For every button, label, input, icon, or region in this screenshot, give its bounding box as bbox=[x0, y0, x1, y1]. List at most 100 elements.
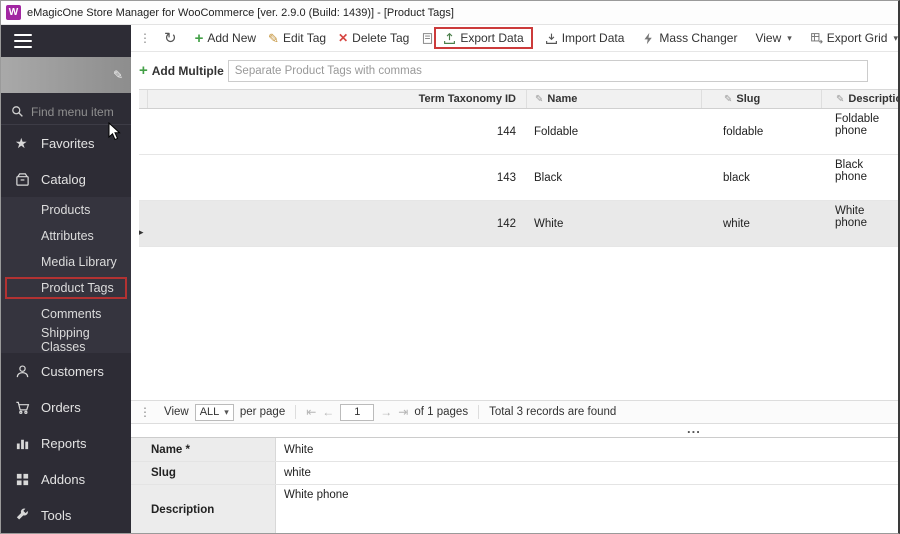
column-header-name[interactable]: ✎ Name bbox=[526, 90, 701, 108]
next-page-button[interactable]: → bbox=[380, 405, 392, 419]
tools-icon bbox=[15, 508, 41, 523]
app-window: W eMagicOne Store Manager for WooCommerc… bbox=[0, 0, 900, 534]
sidebar-item-favorites[interactable]: ★ Favorites bbox=[1, 125, 131, 161]
pagination-bar: ⋮ View ALL ▾ per page ⇤ ← → ⇥ of 1 pages… bbox=[131, 400, 898, 424]
hamburger-menu-icon[interactable] bbox=[1, 25, 131, 53]
export-data-button[interactable]: Export Data bbox=[434, 27, 532, 49]
sidebar-item-tools[interactable]: Tools bbox=[1, 497, 131, 533]
slug-field-value[interactable]: white bbox=[276, 462, 898, 484]
import-down-arrow-icon bbox=[545, 32, 558, 45]
sidebar-item-media-library[interactable]: Media Library bbox=[1, 249, 131, 275]
detail-row-name: Name * White bbox=[131, 438, 898, 462]
panel-splitter[interactable]: ... bbox=[131, 424, 898, 437]
add-new-button[interactable]: + Add New bbox=[189, 28, 262, 49]
grid-icon bbox=[810, 32, 823, 45]
sidebar-item-shipping-classes[interactable]: Shipping Classes bbox=[1, 327, 131, 353]
delete-icon: ✕ bbox=[338, 32, 348, 44]
view-dropdown[interactable]: View ▾ bbox=[749, 28, 797, 48]
refresh-icon: ↻ bbox=[164, 31, 177, 46]
export-doc-icon bbox=[421, 32, 434, 45]
sidebar-item-label: Favorites bbox=[41, 136, 94, 151]
mass-changer-button[interactable]: Mass Changer bbox=[636, 28, 743, 48]
first-page-button[interactable]: ⇤ bbox=[306, 405, 316, 419]
row-indicator bbox=[139, 155, 147, 200]
lightning-icon bbox=[642, 32, 655, 45]
cell-term-taxonomy-id: 144 bbox=[147, 109, 526, 154]
window-title: eMagicOne Store Manager for WooCommerce … bbox=[27, 7, 454, 19]
sidebar-item-label: Tools bbox=[41, 508, 71, 523]
chevron-down-icon: ▾ bbox=[893, 33, 898, 44]
sidebar-item-products[interactable]: Products bbox=[1, 197, 131, 223]
name-field-value[interactable]: White bbox=[276, 438, 898, 461]
prev-page-button[interactable]: ← bbox=[322, 405, 334, 419]
sidebar-item-orders[interactable]: Orders bbox=[1, 389, 131, 425]
refresh-button[interactable]: ↻ bbox=[158, 28, 183, 49]
delete-tag-button[interactable]: ✕ Delete Tag bbox=[332, 28, 415, 48]
last-page-button[interactable]: ⇥ bbox=[398, 405, 408, 419]
pagination-kebab-icon[interactable]: ⋮ bbox=[139, 405, 152, 419]
cell-slug: white bbox=[701, 201, 821, 246]
grid-header-row: Term Taxonomy ID ✎ Name ✎ Slug ✎ Descrip… bbox=[139, 89, 898, 109]
row-indicator bbox=[139, 109, 147, 154]
catalog-submenu: Products Attributes Media Library Produc… bbox=[1, 197, 131, 353]
sidebar-search[interactable] bbox=[1, 99, 131, 125]
add-multiple-input[interactable] bbox=[228, 60, 868, 82]
sidebar-item-reports[interactable]: Reports bbox=[1, 425, 131, 461]
edit-tag-button[interactable]: ✎ Edit Tag bbox=[262, 28, 332, 48]
total-records-label: Total 3 records are found bbox=[489, 406, 616, 418]
grid-empty-area bbox=[139, 247, 898, 400]
search-icon bbox=[11, 105, 24, 118]
selected-row-marker-icon: ▸ bbox=[139, 201, 147, 246]
sidebar-item-addons[interactable]: Addons bbox=[1, 461, 131, 497]
sidebar-item-label: Catalog bbox=[41, 172, 86, 187]
sidebar-item-label: Addons bbox=[41, 472, 85, 487]
profile-area[interactable]: ✎ bbox=[1, 57, 131, 93]
column-header-term-taxonomy-id[interactable]: Term Taxonomy ID bbox=[147, 90, 526, 108]
pencil-icon: ✎ bbox=[836, 94, 844, 105]
description-field-label: Description bbox=[131, 485, 276, 534]
table-row[interactable]: 143 Black black Black phone bbox=[139, 155, 898, 201]
table-row[interactable]: 144 Foldable foldable Foldable phone bbox=[139, 109, 898, 155]
cell-term-taxonomy-id: 143 bbox=[147, 155, 526, 200]
cell-term-taxonomy-id: 142 bbox=[147, 201, 526, 246]
reports-icon bbox=[15, 436, 41, 451]
search-input[interactable] bbox=[31, 105, 121, 119]
plus-icon: + bbox=[195, 31, 204, 46]
cell-description: White phone bbox=[821, 201, 898, 246]
sidebar: ✎ ★ Favorites Catalog bbox=[1, 25, 131, 534]
sidebar-item-product-tags[interactable]: Product Tags bbox=[1, 275, 131, 301]
plus-icon: + bbox=[139, 63, 148, 78]
pagination-separator bbox=[478, 405, 479, 419]
description-field-value[interactable]: White phone bbox=[276, 485, 898, 534]
sidebar-item-attributes[interactable]: Attributes bbox=[1, 223, 131, 249]
detail-row-slug: Slug white bbox=[131, 462, 898, 485]
chevron-down-icon: ▾ bbox=[224, 407, 229, 418]
sidebar-item-customers[interactable]: Customers bbox=[1, 353, 131, 389]
page-number-input[interactable] bbox=[340, 404, 374, 421]
add-multiple-button[interactable]: + Add Multiple bbox=[139, 63, 224, 78]
per-page-select[interactable]: ALL ▾ bbox=[195, 404, 234, 421]
cell-slug: foldable bbox=[701, 109, 821, 154]
toolbar-kebab-icon[interactable]: ⋮ bbox=[139, 31, 152, 45]
column-header-description[interactable]: ✎ Description bbox=[821, 90, 898, 108]
import-data-button[interactable]: Import Data bbox=[539, 28, 631, 48]
export-up-arrow-icon bbox=[443, 32, 456, 45]
column-header-slug[interactable]: ✎ Slug bbox=[701, 90, 821, 108]
row-indicator-column bbox=[139, 90, 147, 108]
export-grid-dropdown[interactable]: Export Grid ▾ bbox=[804, 28, 898, 48]
pencil-icon: ✎ bbox=[724, 94, 732, 105]
edit-profile-icon[interactable]: ✎ bbox=[113, 68, 123, 82]
tag-detail-panel: Name * White Slug white Description Whit… bbox=[131, 437, 898, 534]
catalog-icon bbox=[15, 172, 41, 187]
table-row-selected[interactable]: ▸ 142 White white White phone bbox=[139, 201, 898, 247]
sidebar-item-catalog[interactable]: Catalog bbox=[1, 161, 131, 197]
per-page-label: per page bbox=[240, 406, 285, 418]
splitter-handle-icon[interactable]: ... bbox=[687, 421, 701, 436]
star-icon: ★ bbox=[15, 135, 41, 152]
addons-icon bbox=[15, 472, 41, 487]
product-tags-highlight-box: Product Tags bbox=[5, 277, 127, 299]
cell-slug: black bbox=[701, 155, 821, 200]
detail-row-description: Description White phone bbox=[131, 485, 898, 534]
sidebar-item-comments[interactable]: Comments bbox=[1, 301, 131, 327]
cell-description: Foldable phone bbox=[821, 109, 898, 154]
